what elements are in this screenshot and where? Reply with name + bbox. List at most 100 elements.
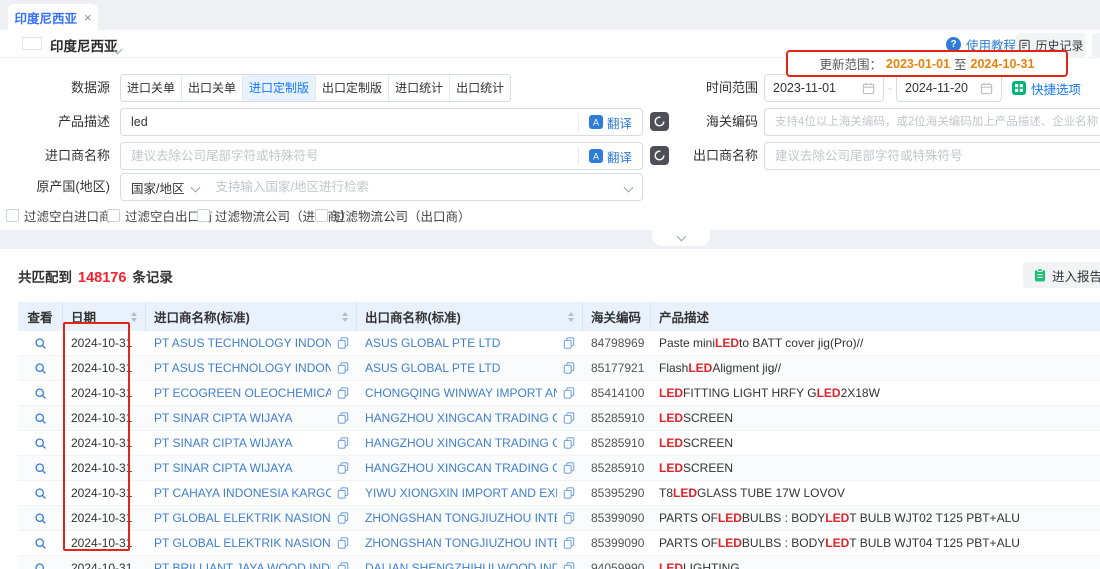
copy-icon[interactable]	[337, 412, 349, 424]
copy-icon[interactable]	[337, 537, 349, 549]
importer-link[interactable]: PT SINAR CIPTA WIJAYA	[154, 436, 331, 450]
importer-link[interactable]: PT ASUS TECHNOLOGY INDONESIA BA...	[154, 336, 331, 350]
magnifier-icon[interactable]	[34, 412, 47, 425]
exporter-link[interactable]: HANGZHOU XINGCAN TRADING CO LTD	[365, 461, 557, 475]
importer-link[interactable]: PT ASUS TECHNOLOGY INDONESIA BA...	[154, 361, 331, 375]
copy-icon[interactable]	[563, 412, 575, 424]
checkbox-box[interactable]	[197, 209, 210, 222]
filter-checkbox-0[interactable]: 过滤空白进口商	[6, 206, 112, 225]
view-cell	[18, 356, 63, 380]
tab-indonesia[interactable]: 印度尼西亚 ×	[8, 4, 98, 30]
copy-icon[interactable]	[337, 337, 349, 349]
datasource-tab-0[interactable]: 进口关单	[121, 75, 182, 101]
origin-country-select[interactable]: 国家/地区	[121, 178, 205, 197]
magnifier-icon[interactable]	[34, 512, 47, 525]
datasource-tab-1[interactable]: 出口关单	[182, 75, 243, 101]
country-selector-label[interactable]: 印度尼西亚	[50, 35, 118, 55]
exporter-link[interactable]: ZHONGSHAN TONGJIUZHOU INTERNA...	[365, 511, 557, 525]
copy-icon[interactable]	[563, 562, 575, 569]
copy-icon[interactable]	[563, 362, 575, 374]
exporter-link[interactable]: ZHONGSHAN TONGJIUZHOU INTERNA...	[365, 536, 557, 550]
filter-checkbox-3[interactable]: 过滤物流公司（出口商）	[315, 206, 471, 225]
magnifier-icon[interactable]	[34, 462, 47, 475]
checkbox-box[interactable]	[315, 209, 328, 222]
product-desc-field: A 翻译	[120, 108, 643, 136]
importer-field: A 翻译	[120, 142, 643, 170]
collapse-panel-button[interactable]	[652, 230, 710, 246]
date-start-input[interactable]: 2023-11-01	[764, 74, 884, 102]
column-header-3[interactable]: 出口商名称(标准)	[357, 302, 583, 331]
exporter-cell: YIWU XIONGXIN IMPORT AND EXPORT...	[357, 481, 583, 505]
copy-icon[interactable]	[563, 462, 575, 474]
copy-icon[interactable]	[337, 387, 349, 399]
copy-icon[interactable]	[337, 487, 349, 499]
copy-icon[interactable]	[337, 512, 349, 524]
copy-icon[interactable]	[563, 537, 575, 549]
sort-icon[interactable]	[336, 312, 348, 322]
exporter-link[interactable]: DALIAN SHENGZHIHUI WOOD INDUST...	[365, 561, 557, 569]
importer-link[interactable]: PT ECOGREEN OLEOCHEMICALS	[154, 386, 331, 400]
copy-icon[interactable]	[337, 437, 349, 449]
exporter-link[interactable]: HANGZHOU XINGCAN TRADING CO LTD	[365, 436, 557, 450]
checkbox-box[interactable]	[6, 209, 19, 222]
magnifier-icon[interactable]	[34, 537, 47, 550]
origin-search-input[interactable]	[205, 174, 621, 200]
importer-link[interactable]: PT SINAR CIPTA WIJAYA	[154, 461, 331, 475]
quick-options-link[interactable]: 快捷选项	[1012, 74, 1081, 102]
table-row: 2024-10-31PT ASUS TECHNOLOGY INDONESIA B…	[18, 356, 1100, 381]
column-header-1[interactable]: 日期	[63, 302, 146, 331]
importer-link[interactable]: PT SINAR CIPTA WIJAYA	[154, 411, 331, 425]
checkbox-box[interactable]	[107, 209, 120, 222]
tab-strip: 印度尼西亚 ×	[0, 0, 1100, 30]
translate-button[interactable]: A 翻译	[578, 113, 642, 131]
datasource-tab-4[interactable]: 进口统计	[389, 75, 450, 101]
chevron-down-icon	[676, 232, 686, 242]
exporter-link[interactable]: ASUS GLOBAL PTE LTD	[365, 336, 557, 350]
exporter-link[interactable]: ASUS GLOBAL PTE LTD	[365, 361, 557, 375]
sort-icon[interactable]	[562, 312, 574, 322]
magnifier-icon[interactable]	[34, 387, 47, 400]
hs-code-cell: 84798969	[583, 331, 651, 355]
copy-icon[interactable]	[337, 462, 349, 474]
view-cell	[18, 331, 63, 355]
exporter-input[interactable]	[765, 143, 1100, 169]
importer-input[interactable]	[121, 143, 578, 169]
magnifier-icon[interactable]	[34, 337, 47, 350]
importer-link[interactable]: PT GLOBAL ELEKTRIK NASIONAL	[154, 511, 331, 525]
datasource-tab-2[interactable]: 进口定制版	[243, 75, 316, 101]
exporter-link[interactable]: HANGZHOU XINGCAN TRADING CO LTD	[365, 411, 557, 425]
copy-icon[interactable]	[563, 337, 575, 349]
importer-link[interactable]: PT BRILLIANT JAYA WOOD INDUSTRY	[154, 561, 331, 569]
product-desc-input[interactable]	[121, 109, 578, 135]
column-label: 海关编码	[591, 307, 641, 326]
hs-code-input[interactable]	[765, 109, 1100, 135]
datasource-tab-5[interactable]: 出口统计	[450, 75, 510, 101]
exporter-link[interactable]: YIWU XIONGXIN IMPORT AND EXPORT...	[365, 486, 557, 500]
exporter-cell: HANGZHOU XINGCAN TRADING CO LTD	[357, 456, 583, 480]
copy-icon[interactable]	[563, 487, 575, 499]
importer-link[interactable]: PT CAHAYA INDONESIA KARGO	[154, 486, 331, 500]
chevron-down-icon[interactable]	[114, 40, 121, 58]
translate-button[interactable]: A 翻译	[578, 147, 642, 165]
magnifier-icon[interactable]	[34, 362, 47, 375]
copy-icon[interactable]	[563, 437, 575, 449]
close-icon[interactable]: ×	[84, 11, 92, 24]
magnifier-icon[interactable]	[34, 562, 47, 569]
copy-icon[interactable]	[563, 512, 575, 524]
copy-icon[interactable]	[337, 562, 349, 569]
magnifier-icon[interactable]	[34, 437, 47, 450]
date-end-input[interactable]: 2024-11-20	[896, 74, 1002, 102]
datasource-tab-3[interactable]: 出口定制版	[316, 75, 389, 101]
copy-icon[interactable]	[563, 387, 575, 399]
chevron-down-icon[interactable]	[624, 182, 634, 192]
exporter-link[interactable]: CHONGQING WINWAY IMPORT AND E...	[365, 386, 557, 400]
importer-link[interactable]: PT GLOBAL ELEKTRIK NASIONAL	[154, 536, 331, 550]
quick-options-label: 快捷选项	[1031, 79, 1081, 98]
column-header-2[interactable]: 进口商名称(标准)	[146, 302, 357, 331]
copy-icon[interactable]	[337, 362, 349, 374]
calendar-icon	[862, 82, 875, 95]
favorite-button[interactable]: ★	[1092, 33, 1100, 57]
sort-icon[interactable]	[125, 312, 137, 322]
enter-report-button[interactable]: 进入报告	[1023, 262, 1100, 288]
magnifier-icon[interactable]	[34, 487, 47, 500]
